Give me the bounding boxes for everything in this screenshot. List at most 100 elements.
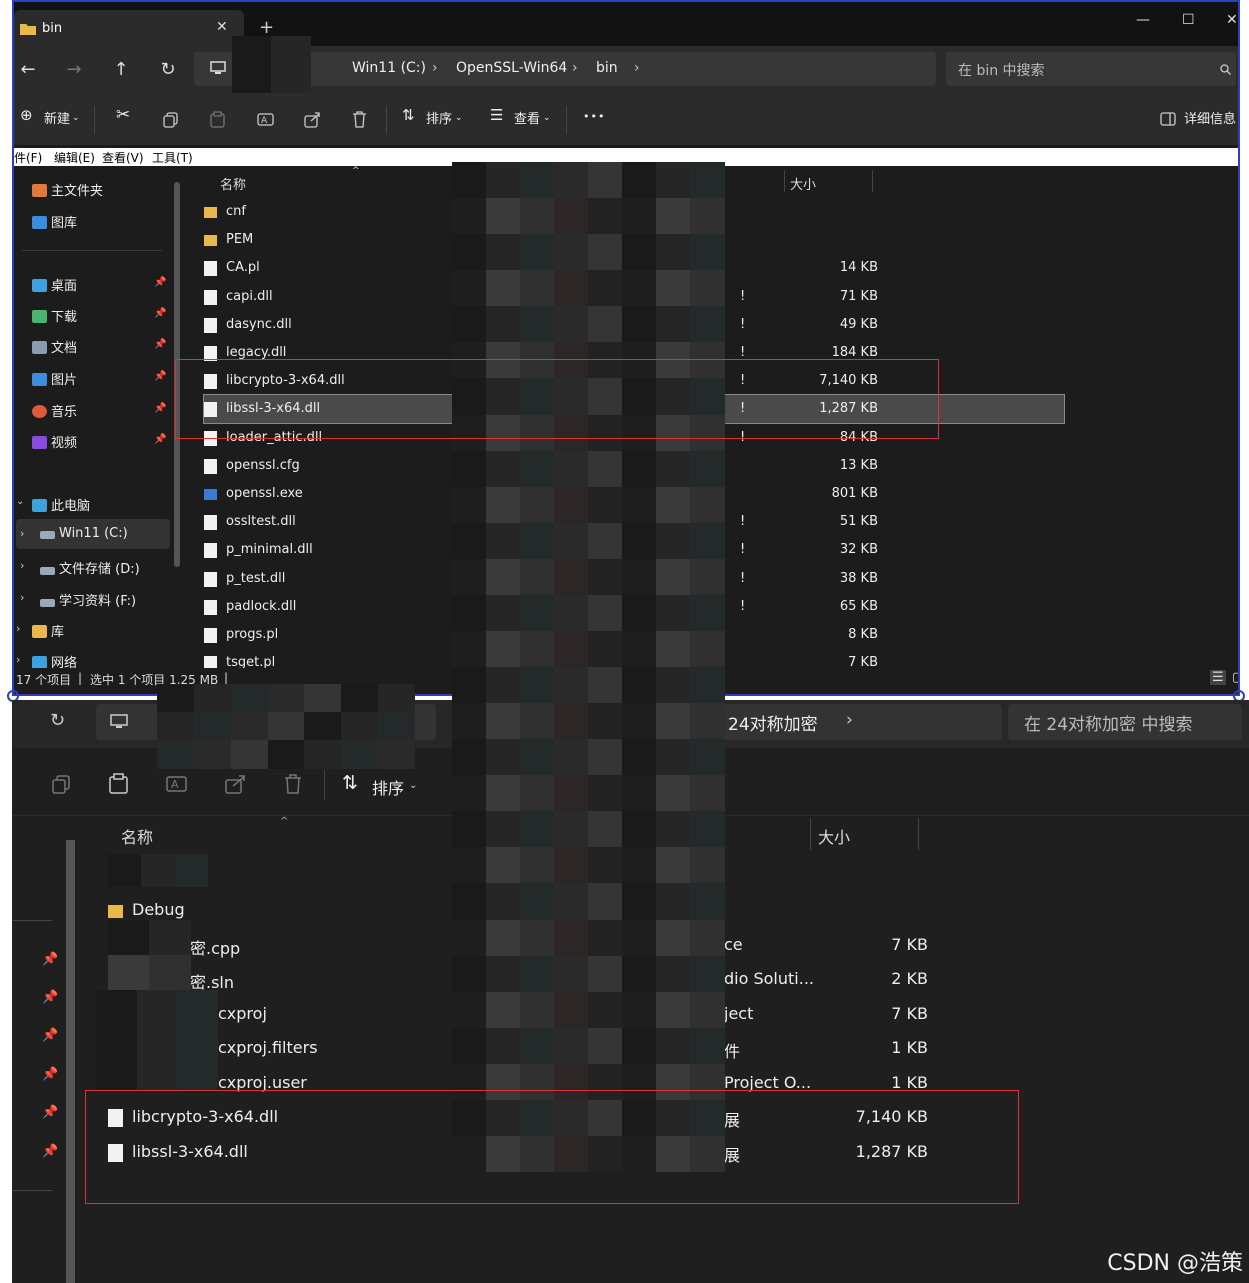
file-type: dio Soluti... (724, 969, 814, 988)
sidebar-item-drive-f[interactable]: 学习资料 (F:) (40, 590, 136, 609)
chevron-down-icon[interactable]: ⌄ (16, 496, 24, 507)
sort-button[interactable]: 排序 (372, 775, 404, 799)
music-icon (32, 405, 47, 418)
tab-bin[interactable]: bin ✕ (14, 10, 244, 48)
more-options-button[interactable]: ••• (583, 110, 605, 123)
mosaic-tile (554, 630, 589, 668)
copy-icon[interactable] (52, 775, 71, 794)
mosaic-tile (486, 847, 521, 884)
file-size: 8 KB (848, 627, 878, 642)
mosaic-tile (656, 667, 691, 704)
pin-icon[interactable]: 📌 (42, 1028, 58, 1043)
mosaic-tile (520, 306, 555, 343)
sidebar-item-desktop[interactable]: 桌面 (32, 275, 77, 294)
mosaic-tile (554, 775, 589, 812)
navigation-bar: ← → ↑ ↻ Win11 (C:) › OpenSSL-Win64 › bin… (14, 46, 1238, 94)
breadcrumb-project[interactable]: 24对称加密 (728, 710, 818, 735)
paste-icon[interactable] (109, 773, 129, 794)
menu-edit[interactable]: 编辑(E) (54, 149, 95, 166)
pin-icon[interactable]: 📌 (154, 339, 166, 350)
chevron-right-icon[interactable]: › (20, 591, 24, 604)
pin-icon[interactable]: 📌 (154, 308, 166, 319)
address-bar-tail[interactable]: 24对称加密 › (722, 704, 1002, 740)
mosaic-tile (486, 775, 521, 812)
chevron-right-icon[interactable]: › (20, 559, 24, 572)
column-header-name[interactable]: 名称 (121, 824, 153, 848)
delete-icon[interactable] (352, 111, 367, 128)
sidebar-item-home[interactable]: 主文件夹 (32, 180, 103, 199)
sidebar-item-drive-d[interactable]: 文件存储 (D:) (40, 558, 140, 577)
drive-icon (40, 567, 55, 575)
menu-file[interactable]: 件(F) (14, 149, 42, 166)
menu-tools[interactable]: 工具(T) (152, 149, 193, 166)
sidebar-scrollbar[interactable] (66, 840, 75, 1283)
search-input[interactable]: 在 24对称加密 中搜索 (1008, 704, 1242, 740)
back-icon[interactable]: ← (16, 58, 40, 82)
library-icon (32, 625, 47, 638)
file-name: openssl.exe (226, 486, 303, 501)
forward-icon[interactable]: → (62, 58, 86, 82)
minimize-button[interactable]: — (1136, 12, 1150, 28)
breadcrumb-separator-icon: › (634, 60, 640, 76)
pin-icon[interactable]: 📌 (154, 434, 166, 445)
close-tab-icon[interactable]: ✕ (216, 19, 228, 35)
sidebar-item-videos[interactable]: 视频 (32, 432, 77, 451)
maximize-button[interactable]: ☐ (1182, 12, 1195, 28)
details-button[interactable]: 详细信息 (1184, 108, 1236, 127)
share-icon[interactable] (225, 774, 246, 794)
view-button[interactable]: 查看 (514, 108, 540, 127)
sidebar-item-music[interactable]: 音乐 (32, 401, 77, 420)
menu-view[interactable]: 查看(V) (102, 149, 144, 166)
mosaic-tile (690, 883, 725, 920)
pin-icon[interactable]: 📌 (42, 1067, 58, 1082)
cut-icon[interactable]: ✂ (116, 105, 130, 125)
breadcrumb-drive[interactable]: Win11 (C:) (352, 60, 426, 76)
close-window-button[interactable]: ✕ (1226, 12, 1238, 28)
pin-icon[interactable]: 📌 (42, 1144, 58, 1159)
sidebar-item-drive-c[interactable]: Win11 (C:) (40, 526, 128, 541)
sidebar-item-this-pc[interactable]: 此电脑 (32, 495, 90, 514)
search-input[interactable]: 在 bin 中搜索 (946, 52, 1236, 86)
sidebar-item-gallery[interactable]: 图库 (32, 212, 77, 231)
pin-icon[interactable]: 📌 (42, 1105, 58, 1120)
new-button[interactable]: 新建 (44, 108, 70, 127)
sidebar-item-documents[interactable]: 文档 (32, 337, 77, 356)
mosaic-tile (554, 919, 589, 957)
item-count: 17 个项目 (16, 673, 72, 687)
breadcrumb-bin[interactable]: bin (596, 60, 618, 76)
refresh-icon[interactable]: ↻ (50, 710, 65, 731)
sort-button[interactable]: 排序 (426, 108, 452, 127)
paste-icon[interactable] (210, 111, 226, 128)
copy-icon[interactable] (163, 112, 179, 128)
pin-icon[interactable]: 📌 (42, 990, 58, 1005)
up-icon[interactable]: ↑ (109, 58, 133, 82)
mosaic-tile (622, 630, 657, 668)
pin-icon[interactable]: 📌 (42, 952, 58, 967)
file-size: 184 KB (831, 345, 878, 360)
column-header-size[interactable]: 大小 (790, 174, 816, 193)
mosaic-tile (267, 712, 305, 741)
breadcrumb-openssl[interactable]: OpenSSL-Win64 (456, 60, 567, 76)
tiles-view-icon[interactable]: ▢ (1232, 670, 1238, 685)
chevron-right-icon[interactable]: › (16, 622, 20, 635)
rename-icon[interactable]: A (166, 774, 187, 794)
new-tab-button[interactable]: + (259, 17, 274, 38)
delete-icon[interactable] (284, 774, 302, 794)
chevron-right-icon[interactable]: › (20, 527, 24, 540)
refresh-icon[interactable]: ↻ (156, 58, 180, 82)
mosaic-tile (230, 712, 269, 741)
sidebar-item-downloads[interactable]: 下载 (32, 306, 77, 325)
details-view-icon[interactable]: ☰ (1210, 670, 1226, 685)
mosaic-tile (554, 667, 589, 704)
rename-icon[interactable]: A (257, 111, 274, 128)
pin-icon[interactable]: 📌 (154, 277, 166, 288)
sidebar-item-library[interactable]: 库 (32, 621, 64, 640)
pin-icon[interactable]: 📌 (154, 403, 166, 414)
column-header-size[interactable]: 大小 (818, 824, 850, 848)
share-icon[interactable] (304, 111, 321, 128)
chevron-right-icon[interactable]: › (16, 653, 20, 666)
column-header-name[interactable]: 名称 (220, 174, 246, 193)
pin-icon[interactable]: 📌 (154, 371, 166, 382)
command-bar: ⊕ 新建 ⌄ ✂ A ⇅ 排序 ⌄ ☰ 查看 ⌄ ••• 详细信息 (14, 94, 1238, 146)
sidebar-item-pictures[interactable]: 图片 (32, 369, 77, 388)
